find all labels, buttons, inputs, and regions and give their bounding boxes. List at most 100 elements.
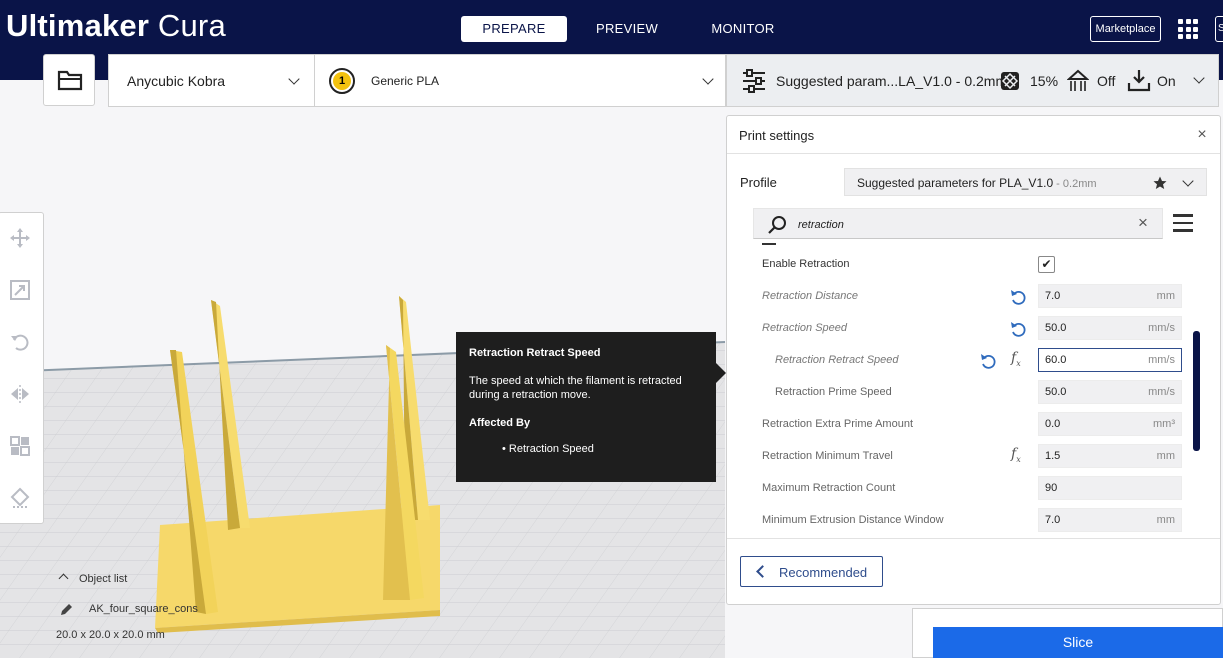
marketplace-button[interactable]: Marketplace bbox=[1090, 16, 1161, 42]
setting-row-retraction-minimum-travel[interactable]: Retraction Minimum Travel fx 1.5 mm bbox=[727, 441, 1197, 473]
profile-selector[interactable]: Suggested parameters for PLA_V1.0 - 0.2m… bbox=[844, 168, 1207, 196]
clear-search-icon[interactable]: × bbox=[1138, 213, 1148, 233]
panel-title: Print settings bbox=[739, 128, 815, 143]
retraction-retract-speed-input[interactable]: 60.0 mm/s bbox=[1038, 348, 1182, 372]
object-name: AK_four_square_cons bbox=[89, 603, 198, 615]
mirror-icon[interactable] bbox=[7, 381, 33, 407]
chevron-down-icon bbox=[1193, 72, 1205, 84]
reset-icon[interactable] bbox=[1009, 320, 1027, 338]
material-name: Generic PLA bbox=[371, 74, 440, 88]
settings-list[interactable]: Enable Retraction ✔ Retraction Distance … bbox=[727, 241, 1220, 538]
chevron-left-icon bbox=[756, 565, 769, 578]
field-value: 50.0 bbox=[1045, 322, 1067, 334]
setting-label: Retraction Minimum Travel bbox=[762, 450, 893, 462]
open-file-button[interactable] bbox=[43, 54, 95, 106]
per-model-settings-icon[interactable] bbox=[7, 433, 33, 459]
panel-header: Print settings × bbox=[727, 116, 1220, 154]
printer-selector[interactable]: Anycubic Kobra bbox=[108, 54, 314, 107]
support-value: Off bbox=[1097, 73, 1116, 89]
print-settings-panel: Print settings × Profile Suggested param… bbox=[726, 115, 1221, 605]
profile-layer-height: - 0.2mm bbox=[1053, 178, 1097, 190]
setting-label: Enable Retraction bbox=[762, 258, 850, 270]
move-icon[interactable] bbox=[7, 225, 33, 251]
setting-label: Retraction Extra Prime Amount bbox=[762, 418, 914, 430]
account-button[interactable]: S bbox=[1215, 16, 1223, 42]
retraction-distance-input[interactable]: 7.0 mm bbox=[1038, 284, 1182, 308]
retraction-speed-input[interactable]: 50.0 mm/s bbox=[1038, 316, 1182, 340]
enable-retraction-checkbox[interactable]: ✔ bbox=[1038, 256, 1055, 273]
sliders-icon bbox=[743, 69, 765, 93]
material-selector[interactable]: 1 Generic PLA bbox=[314, 54, 726, 107]
rotate-icon[interactable] bbox=[7, 329, 33, 355]
field-value: 7.0 bbox=[1045, 290, 1061, 302]
minimum-extrusion-distance-window-input[interactable]: 7.0 mm bbox=[1038, 508, 1182, 532]
tooltip-affected-label: Affected By bbox=[469, 416, 531, 429]
field-unit: mm/s bbox=[1148, 322, 1175, 334]
setting-label: Retraction Speed bbox=[762, 322, 847, 334]
applications-grid-icon[interactable] bbox=[1178, 19, 1198, 39]
divider bbox=[727, 538, 1220, 539]
reset-icon[interactable] bbox=[1009, 288, 1027, 306]
retraction-extra-prime-input[interactable]: 0.0 mm³ bbox=[1038, 412, 1182, 436]
retraction-minimum-travel-input[interactable]: 1.5 mm bbox=[1038, 444, 1182, 468]
field-unit: mm bbox=[1156, 514, 1175, 526]
scale-icon[interactable] bbox=[7, 277, 33, 303]
settings-scrollbar[interactable] bbox=[1193, 331, 1200, 451]
object-list-toggle[interactable]: Object list bbox=[56, 573, 127, 585]
print-settings-summary[interactable]: Suggested param...LA_V1.0 - 0.2mm 15% Of… bbox=[726, 54, 1219, 107]
search-icon bbox=[768, 216, 786, 234]
setting-row-enable-retraction[interactable]: Enable Retraction ✔ bbox=[727, 249, 1197, 281]
setting-label: Minimum Extrusion Distance Window bbox=[762, 514, 944, 526]
setting-label: Retraction Prime Speed bbox=[775, 386, 892, 398]
setting-row-maximum-retraction-count[interactable]: Maximum Retraction Count 90 bbox=[727, 473, 1197, 505]
left-toolbar bbox=[0, 212, 44, 524]
recommended-button[interactable]: Recommended bbox=[740, 556, 883, 587]
profile-label: Profile bbox=[740, 175, 777, 190]
support-blocker-icon[interactable] bbox=[7, 485, 33, 511]
field-value: 7.0 bbox=[1045, 514, 1061, 526]
object-dimensions: 20.0 x 20.0 x 20.0 mm bbox=[56, 629, 165, 641]
setting-row-retraction-distance[interactable]: Retraction Distance 7.0 mm bbox=[727, 281, 1197, 313]
setting-row-retraction-retract-speed[interactable]: Retraction Retract Speed fx 60.0 mm/s bbox=[727, 345, 1197, 377]
setting-label: Retraction Distance bbox=[762, 290, 858, 302]
printer-name: Anycubic Kobra bbox=[127, 73, 226, 89]
close-icon[interactable]: × bbox=[1195, 127, 1209, 143]
retraction-prime-speed-input[interactable]: 50.0 mm/s bbox=[1038, 380, 1182, 404]
reset-icon[interactable] bbox=[979, 352, 997, 370]
infill-value: 15% bbox=[1030, 73, 1059, 89]
chevron-down-icon bbox=[288, 73, 300, 85]
setting-row-retraction-extra-prime-amount[interactable]: Retraction Extra Prime Amount 0.0 mm³ bbox=[727, 409, 1197, 441]
app-logo: Ultimaker Cura bbox=[6, 8, 226, 44]
settings-search[interactable]: × bbox=[753, 208, 1163, 239]
tab-prepare[interactable]: PREPARE bbox=[461, 16, 567, 42]
tooltip-title: Retraction Retract Speed bbox=[469, 347, 601, 359]
profile-name: Suggested parameters for PLA_V1.0 bbox=[857, 176, 1054, 190]
field-value: 0.0 bbox=[1045, 418, 1061, 430]
field-unit: mm bbox=[1156, 290, 1175, 302]
adhesion-value: On bbox=[1157, 73, 1176, 89]
function-icon: fx bbox=[1011, 446, 1021, 464]
adhesion-icon bbox=[1127, 70, 1151, 92]
tooltip-affected-item: • Retraction Speed bbox=[502, 443, 594, 455]
setting-tooltip: Retraction Retract Speed The speed at wh… bbox=[456, 332, 726, 482]
slice-button[interactable]: Slice bbox=[933, 627, 1223, 658]
field-unit: mm bbox=[1156, 450, 1175, 462]
setting-row-minimum-extrusion-distance-window[interactable]: Minimum Extrusion Distance Window 7.0 mm bbox=[727, 505, 1197, 537]
search-input[interactable] bbox=[798, 215, 1128, 235]
field-unit: mm/s bbox=[1148, 354, 1175, 366]
tab-preview[interactable]: PREVIEW bbox=[584, 16, 670, 42]
setting-row-retraction-prime-speed[interactable]: Retraction Prime Speed 50.0 mm/s bbox=[727, 377, 1197, 409]
recommended-label: Recommended bbox=[779, 565, 868, 580]
tab-monitor[interactable]: MONITOR bbox=[700, 16, 786, 42]
setting-row-retraction-speed[interactable]: Retraction Speed 50.0 mm/s bbox=[727, 313, 1197, 345]
star-icon[interactable] bbox=[1153, 176, 1167, 190]
settings-visibility-menu-icon[interactable] bbox=[1173, 214, 1193, 232]
field-value: 60.0 bbox=[1045, 354, 1067, 366]
infill-icon bbox=[1001, 72, 1019, 90]
function-icon: fx bbox=[1011, 350, 1021, 368]
support-icon bbox=[1067, 69, 1089, 91]
chevron-down-icon bbox=[1182, 175, 1194, 187]
tooltip-description: The speed at which the filament is retra… bbox=[469, 374, 682, 402]
profile-summary: Suggested param...LA_V1.0 - 0.2mm bbox=[776, 73, 1008, 89]
maximum-retraction-count-input[interactable]: 90 bbox=[1038, 476, 1182, 500]
